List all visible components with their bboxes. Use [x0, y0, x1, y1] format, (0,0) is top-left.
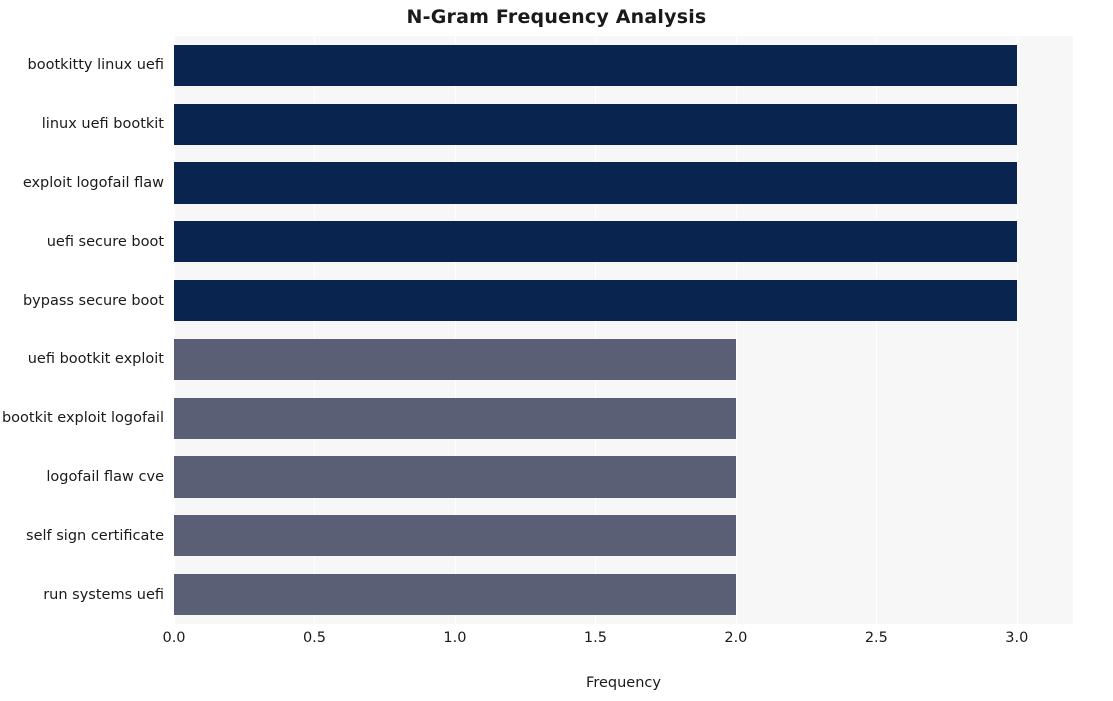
- y-tick-label: logofail flaw cve: [46, 469, 164, 485]
- bar[interactable]: [174, 574, 736, 616]
- y-tick-label: self sign certificate: [26, 527, 164, 544]
- bar-row: [174, 515, 1073, 557]
- bar[interactable]: [174, 280, 1017, 322]
- x-tick-label: 3.0: [1005, 630, 1029, 646]
- y-tick-label: run systems uefi: [43, 586, 164, 603]
- chart-container: N-Gram Frequency Analysis bootkitty linu…: [0, 0, 1113, 701]
- y-tick-label: bypass secure boot: [22, 292, 164, 309]
- y-axis-tick-labels: bootkitty linux uefi linux uefi bootkit ex…: [0, 36, 164, 624]
- bar[interactable]: [174, 456, 736, 498]
- bar-row: [174, 221, 1073, 263]
- bar-row: [174, 103, 1073, 145]
- bar-row: [174, 44, 1073, 86]
- bar[interactable]: [174, 397, 736, 439]
- x-tick-label: 1.5: [583, 630, 607, 646]
- bar-row: [174, 338, 1073, 380]
- plot-area: [174, 36, 1073, 624]
- bar-row: [174, 280, 1073, 322]
- x-axis-tick-labels: 0.0 0.5 1.0 1.5 2.0 2.5 3.0: [162, 630, 1073, 652]
- bar[interactable]: [174, 515, 736, 557]
- y-tick-label: uefi secure boot: [46, 233, 164, 250]
- bar[interactable]: [174, 221, 1017, 263]
- x-axis-title: Frequency: [586, 675, 661, 691]
- x-tick-label: 0.5: [302, 630, 326, 646]
- x-tick-label: 0.0: [162, 630, 186, 646]
- chart-title: N-Gram Frequency Analysis: [406, 6, 707, 28]
- bar-row: [174, 397, 1073, 439]
- y-tick-label: bootkitty linux uefi: [27, 57, 165, 74]
- y-tick-label: uefi bootkit exploit: [27, 351, 164, 368]
- bar[interactable]: [174, 103, 1017, 145]
- bar[interactable]: [174, 338, 736, 380]
- bar-row: [174, 456, 1073, 498]
- x-tick-label: 2.0: [724, 630, 748, 646]
- y-tick-label: exploit logofail flaw: [22, 175, 164, 191]
- bar[interactable]: [174, 162, 1017, 204]
- x-tick-label: 2.5: [864, 630, 888, 646]
- x-tick-label: 1.0: [443, 630, 467, 646]
- y-tick-label: linux uefi bootkit: [41, 116, 164, 133]
- bar-row: [174, 574, 1073, 616]
- y-tick-label: bootkit exploit logofail: [1, 410, 164, 427]
- bar-row: [174, 162, 1073, 204]
- bar[interactable]: [174, 44, 1017, 86]
